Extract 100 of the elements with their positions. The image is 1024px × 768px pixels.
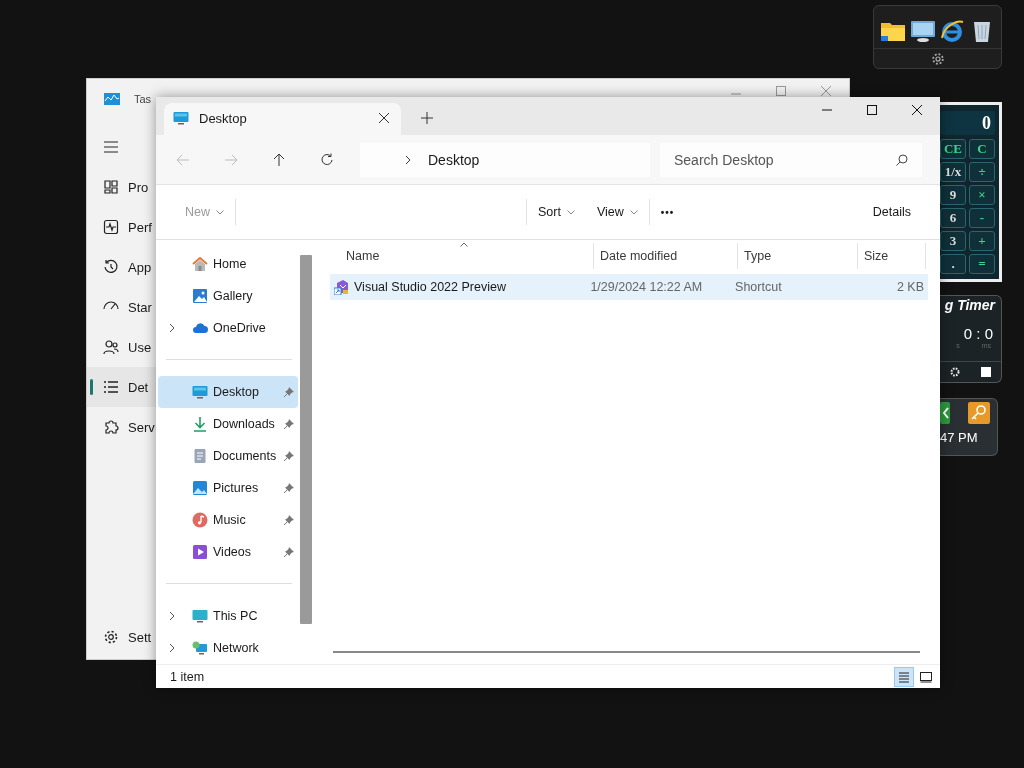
download-icon [192,416,208,432]
calculator-key[interactable]: 3 [940,231,966,251]
nav-item[interactable]: App [87,247,157,287]
users-icon [103,339,119,355]
details-button[interactable]: Details [861,197,922,227]
calculator-key[interactable]: . [940,254,966,274]
window-title: Tas [134,93,152,105]
scrollbar[interactable] [300,255,312,624]
list-icon [103,379,119,395]
table-cell: Visual Studio 2022 Preview [354,280,506,294]
pin-icon [284,419,294,429]
chevron-icon[interactable] [168,612,176,620]
pin-icon [284,515,294,525]
calculator-key[interactable]: 1/x [940,162,966,182]
settings-icon [103,629,119,645]
grid-icon [103,179,119,195]
home-icon [192,256,208,272]
sidebar-item[interactable]: Music [158,504,298,536]
settings-icon[interactable] [930,52,945,66]
table-cell-text: 2 KB [895,280,925,294]
command-button[interactable]: Sort [527,197,586,227]
address-bar[interactable]: Desktop [360,142,650,177]
refresh-icon[interactable] [320,152,334,167]
stop-icon[interactable] [980,367,991,377]
cloud-icon [192,320,208,336]
add-icon[interactable] [421,112,433,124]
calculator-key[interactable]: ÷ [969,162,995,182]
table-cell-text: 1/29/2024 12:22 AM [589,280,704,294]
pin-icon [284,483,294,493]
calculator-key[interactable]: 6 [940,208,966,228]
calculator-display: 0 [940,111,995,135]
nav-item[interactable]: Star [87,287,157,327]
menu-icon[interactable] [103,139,119,155]
history-icon [103,259,119,275]
pin-icon [284,387,294,397]
scrollbar[interactable] [333,651,920,653]
browser-icon[interactable] [939,18,966,44]
up-arrow-icon[interactable] [272,152,286,167]
chevron-icon [404,155,412,164]
activity-icon [103,219,119,235]
gallery-icon [192,288,208,304]
video-icon [192,544,208,560]
command-button[interactable]: View [585,197,649,227]
breadcrumb-item[interactable]: Desktop [428,151,480,168]
chevron-icon[interactable] [168,644,176,652]
sidebar-item[interactable]: This PC [158,600,298,632]
image-icon [192,480,208,496]
sidebar-item[interactable]: Downloads [158,408,298,440]
timer-reading: 0 : 0 [963,324,994,342]
sidebar-item[interactable]: Gallery [158,280,298,312]
caret-icon [566,209,575,215]
timer-title: g Timer [944,296,997,313]
pin-icon [284,547,294,557]
calculator-key[interactable]: = [969,254,995,274]
sidebar-item[interactable]: OneDrive [158,312,298,344]
more-options-button[interactable]: ••• [649,197,686,227]
sidebar-item[interactable]: Home [158,248,298,280]
monitor-icon [192,384,208,400]
close-icon[interactable] [379,113,389,123]
column-header[interactable]: Name [346,243,594,269]
calculator-key[interactable]: × [969,185,995,205]
sidebar-item[interactable]: Network [158,632,298,664]
calculator-key[interactable]: C [969,139,995,159]
document-icon [192,448,208,464]
calculator-key[interactable]: 9 [940,185,966,205]
caret-icon [216,209,224,215]
sidebar-item[interactable]: Desktop [158,376,298,408]
calculator-key[interactable]: + [969,231,995,251]
sort-caret-icon [460,242,468,247]
nav-item[interactable]: Serv [87,407,157,447]
sidebar-item[interactable]: Videos [158,536,298,568]
nav-item[interactable]: Perf [87,207,157,247]
column-header[interactable]: Type [738,243,858,269]
chevron-icon[interactable] [168,324,176,332]
file-row[interactable]: Visual Studio 2022 Preview 1/29/2024 12:22 AM Shortcut 2 KB [330,274,928,300]
sidebar-item[interactable]: Pictures [158,472,298,504]
network-icon [192,640,208,656]
calculator-key[interactable]: - [969,208,995,228]
close-icon[interactable] [912,105,922,115]
music-note-icon [192,512,208,528]
settings-item[interactable]: Sett [87,617,157,657]
item-count: 1 item [170,669,205,684]
nav-item[interactable]: Pro [87,167,157,207]
column-header[interactable]: Size [858,243,926,269]
monitor-icon [173,110,189,126]
search-field[interactable]: Search Desktop [660,142,922,177]
view-toggle[interactable] [894,666,914,687]
column-header[interactable]: Date modified [594,243,738,269]
tiles-view-icon [919,669,933,684]
nav-item[interactable]: Use [87,327,157,367]
monitor-icon [192,608,208,624]
computer-icon[interactable] [909,18,936,44]
tab[interactable]: Desktop [164,103,401,135]
search-icon [896,153,908,166]
key-icon[interactable] [968,402,990,424]
nav-item[interactable]: Det [87,367,157,407]
sidebar-item[interactable]: Documents [158,440,298,472]
calculator-key[interactable]: CE [940,139,966,159]
maximize-icon[interactable] [867,105,877,115]
table-cell-text: Shortcut [734,280,783,294]
